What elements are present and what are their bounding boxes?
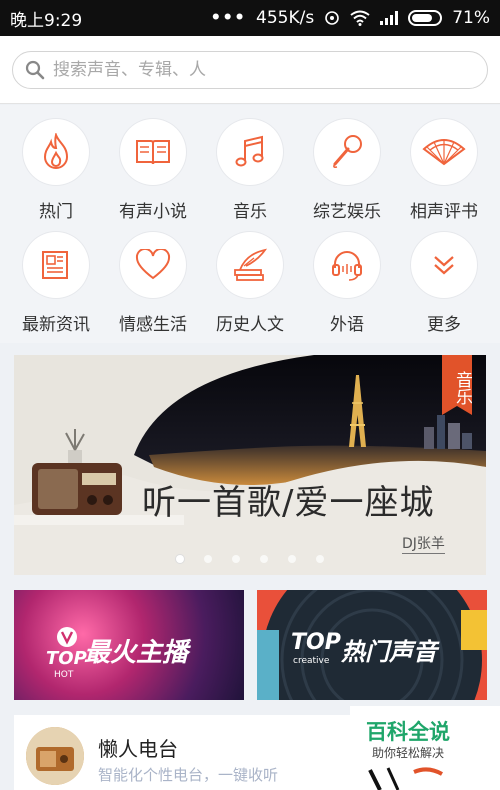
category-label: 更多 [427,315,461,335]
quill-books-icon [234,248,268,281]
card-top-label: TOP [46,648,87,669]
search-header [0,36,500,104]
carousel-dot[interactable] [204,555,212,563]
card-sub-label: creative [293,656,330,666]
book-icon [136,140,170,165]
card-title: 热门声音 [341,638,437,666]
status-time: 晚上9:29 [10,10,83,31]
category-label: 历史人文 [216,315,284,335]
carousel-dot[interactable] [260,555,268,563]
carousel-indicator [14,555,486,563]
radio-avatar [26,727,84,785]
battery-percent: 71% [452,8,490,28]
brush-stroke-icon [368,767,443,790]
flame-icon [43,133,69,169]
search-icon [25,60,45,80]
top-hosts-card[interactable]: TOP HOT 最火主播 [14,590,244,700]
network-speed: 455K/s [256,8,315,28]
watermark-subtitle: 助你轻松解决 [372,746,445,760]
category-audiobook[interactable]: 有声小说 [104,105,202,222]
data-sync-icon [325,11,340,25]
battery-icon [408,10,443,26]
retro-radio-icon [26,727,84,785]
carousel-dot[interactable] [316,555,324,563]
radio-title: 懒人电台 [98,737,178,761]
category-label: 最新资讯 [22,315,90,335]
watermark: 百科全说 助你轻松解决 [350,706,500,790]
banner-slogan: 听一首歌/爱一座城 [142,483,435,523]
watermark-title: 百科全说 [366,720,450,744]
heart-icon [135,249,171,280]
status-bar: 晚上9:29 ••• 455K/s 71% [0,0,500,36]
category-tag: 音乐 [442,355,472,415]
hot-sounds-card[interactable]: TOP creative 热门声音 [257,590,487,700]
category-label: 外语 [330,315,364,335]
category-news[interactable]: 最新资讯 [7,218,105,335]
newspaper-icon [42,251,68,279]
v-badge-icon [57,627,77,647]
search-input[interactable] [53,60,453,80]
category-grid: 热门 有声小说 音乐 综艺娱乐 相声评书 最新资讯 情感生活 历史人文 外语 更… [0,105,500,343]
music-note-icon [235,135,264,167]
category-label: 情感生活 [119,315,187,335]
headset-icon [332,251,362,281]
double-chevron-down-icon [434,256,454,275]
card-sub-label: HOT [54,670,74,680]
category-variety[interactable]: 综艺娱乐 [298,105,396,222]
banner-author: DJ张羊 [402,533,445,554]
carousel-dot[interactable] [232,555,240,563]
fan-icon [422,139,466,166]
category-foreign-language[interactable]: 外语 [298,218,396,335]
signal-icon [380,11,399,25]
category-emotion[interactable]: 情感生活 [104,218,202,335]
category-music[interactable]: 音乐 [201,105,299,222]
category-history[interactable]: 历史人文 [201,218,299,335]
radio-subtitle: 智能化个性电台，一键收听 [98,766,279,784]
carousel-dot[interactable] [176,555,184,563]
category-crosstalk[interactable]: 相声评书 [395,105,493,222]
promo-banner[interactable]: 音乐 听一首歌/爱一座城 DJ张羊 [14,355,486,575]
status-indicators: ••• 455K/s 71% [210,8,490,28]
card-title: 最火主播 [84,638,189,668]
microphone-icon [333,135,362,168]
category-more[interactable]: 更多 [395,218,493,335]
search-bar[interactable] [12,51,488,89]
carousel-dot[interactable] [288,555,296,563]
card-top-label: TOP [291,630,341,655]
notification-dots: ••• [210,8,247,28]
category-hot[interactable]: 热门 [7,105,105,222]
wifi-icon [350,10,370,26]
